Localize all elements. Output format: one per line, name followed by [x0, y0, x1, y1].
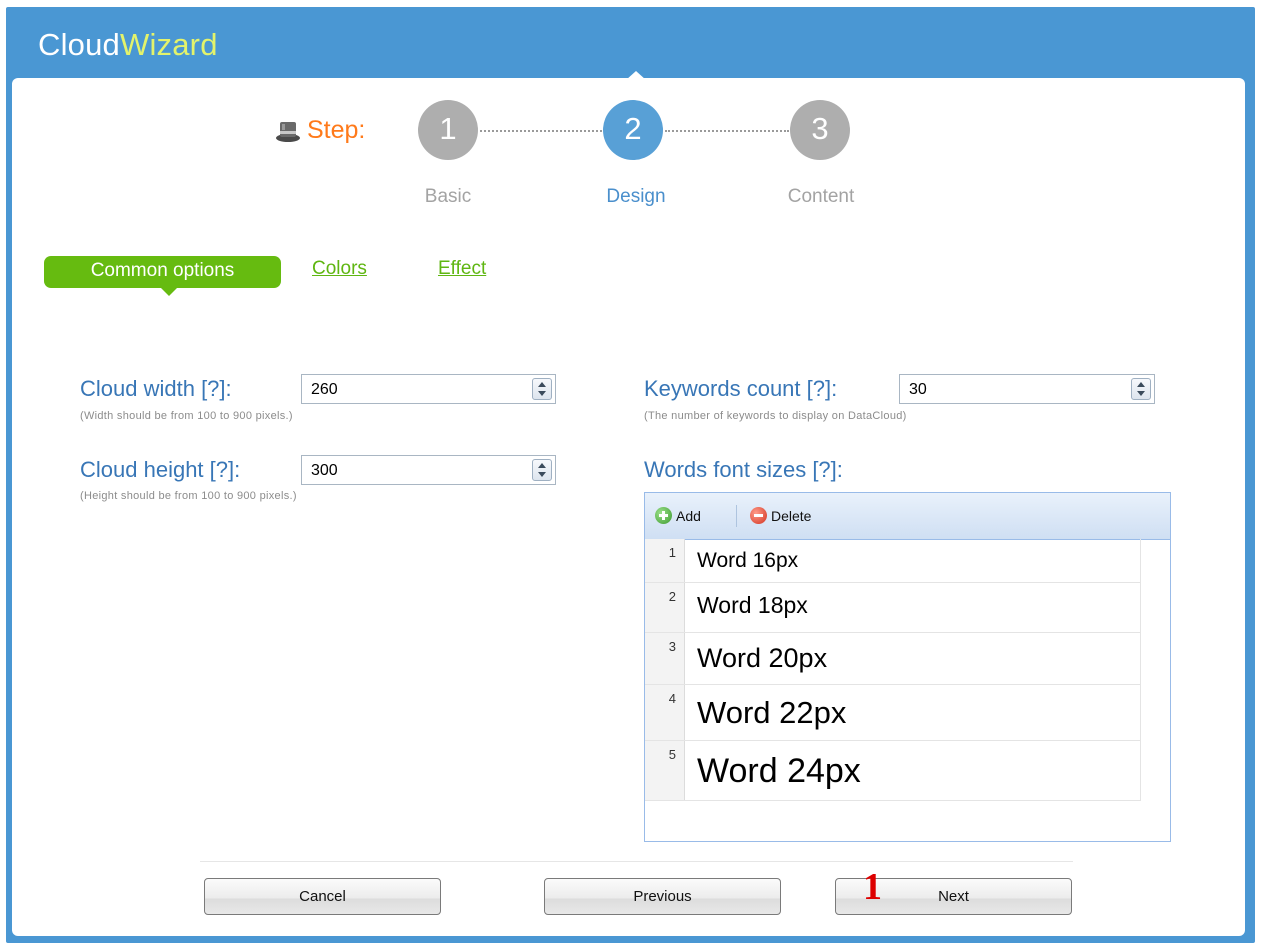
row-word: Word 18px	[697, 592, 808, 618]
tab-common-options[interactable]: Common options	[44, 256, 281, 296]
cloud-width-hint: (Width should be from 100 to 900 pixels.…	[80, 410, 293, 422]
row-word: Word 16px	[697, 549, 799, 572]
step-3-circle[interactable]: 3	[790, 100, 850, 160]
keywords-count-hint: (The number of keywords to display on Da…	[644, 410, 907, 422]
footer-divider	[200, 861, 1073, 862]
row-word: Word 22px	[697, 695, 847, 730]
cloud-height-label: Cloud height [?]:	[80, 457, 241, 482]
cloud-height-stepper[interactable]: 300	[301, 455, 556, 485]
row-number: 3	[668, 639, 676, 654]
delete-button[interactable]: Delete	[750, 507, 811, 524]
row-word: Word 20px	[697, 643, 828, 673]
step-label: Step:	[275, 116, 365, 145]
row-number: 1	[668, 545, 676, 560]
tab-colors[interactable]: Colors	[312, 258, 367, 280]
table-row[interactable]: 2 Word 18px	[645, 583, 1141, 633]
spin-arrows-icon[interactable]	[532, 378, 552, 400]
table-row[interactable]: 3 Word 20px	[645, 633, 1141, 685]
previous-button[interactable]: Previous	[544, 878, 781, 915]
step-1-name: Basic	[424, 186, 472, 207]
cloud-height-hint: (Height should be from 100 to 900 pixels…	[80, 490, 297, 502]
cloud-width-value: 260	[311, 381, 338, 398]
step-connector-2	[665, 130, 789, 132]
step-3-name: Content	[787, 186, 855, 207]
step-2-circle[interactable]: 2	[603, 100, 663, 160]
delete-icon	[750, 507, 767, 524]
row-number-cell: 5	[645, 741, 685, 800]
table-row[interactable]: 5 Word 24px	[645, 741, 1141, 801]
cloud-width-stepper[interactable]: 260	[301, 374, 556, 404]
keywords-count-value: 30	[909, 381, 927, 398]
app-title-part1: Cloud	[38, 27, 120, 62]
keywords-count-label: Keywords count [?]:	[644, 376, 838, 401]
table-row[interactable]: 1 Word 16px	[645, 539, 1141, 583]
step-1-circle[interactable]: 1	[418, 100, 478, 160]
row-word: Word 24px	[697, 752, 861, 790]
add-button-label: Add	[676, 507, 701, 524]
font-sizes-label: Words font sizes [?]:	[644, 457, 843, 482]
grid-toolbar: Add Delete	[645, 493, 1170, 540]
keywords-count-stepper[interactable]: 30	[899, 374, 1155, 404]
app-title-part2: Wizard	[120, 27, 218, 62]
add-button[interactable]: Add	[655, 507, 701, 524]
step-label-text: Step:	[307, 116, 366, 144]
row-number-cell: 3	[645, 633, 685, 684]
step-connector-1	[480, 130, 602, 132]
row-number-cell: 1	[645, 539, 685, 582]
toolbar-separator	[736, 505, 737, 527]
tab-effect[interactable]: Effect	[438, 258, 486, 280]
row-number-cell: 4	[645, 685, 685, 740]
add-icon	[655, 507, 672, 524]
spin-arrows-icon[interactable]	[1131, 378, 1151, 400]
cloud-width-label: Cloud width [?]:	[80, 376, 232, 401]
step-2-name: Design	[606, 186, 666, 207]
spin-arrows-icon[interactable]	[532, 459, 552, 481]
row-number-cell: 2	[645, 583, 685, 632]
table-row[interactable]: 4 Word 22px	[645, 685, 1141, 741]
app-title: CloudWizard	[38, 27, 218, 63]
wizard-hat-icon	[276, 121, 300, 142]
delete-button-label: Delete	[771, 507, 812, 524]
annotation-marker: 1	[863, 866, 882, 908]
cloud-height-value: 300	[311, 462, 338, 479]
row-number: 2	[668, 589, 676, 604]
row-number: 5	[668, 747, 676, 762]
cancel-button[interactable]: Cancel	[204, 878, 441, 915]
row-number: 4	[668, 691, 676, 706]
font-sizes-grid: Add Delete 1 Word 16px 2 Word 18px 3 Wor…	[644, 492, 1171, 842]
